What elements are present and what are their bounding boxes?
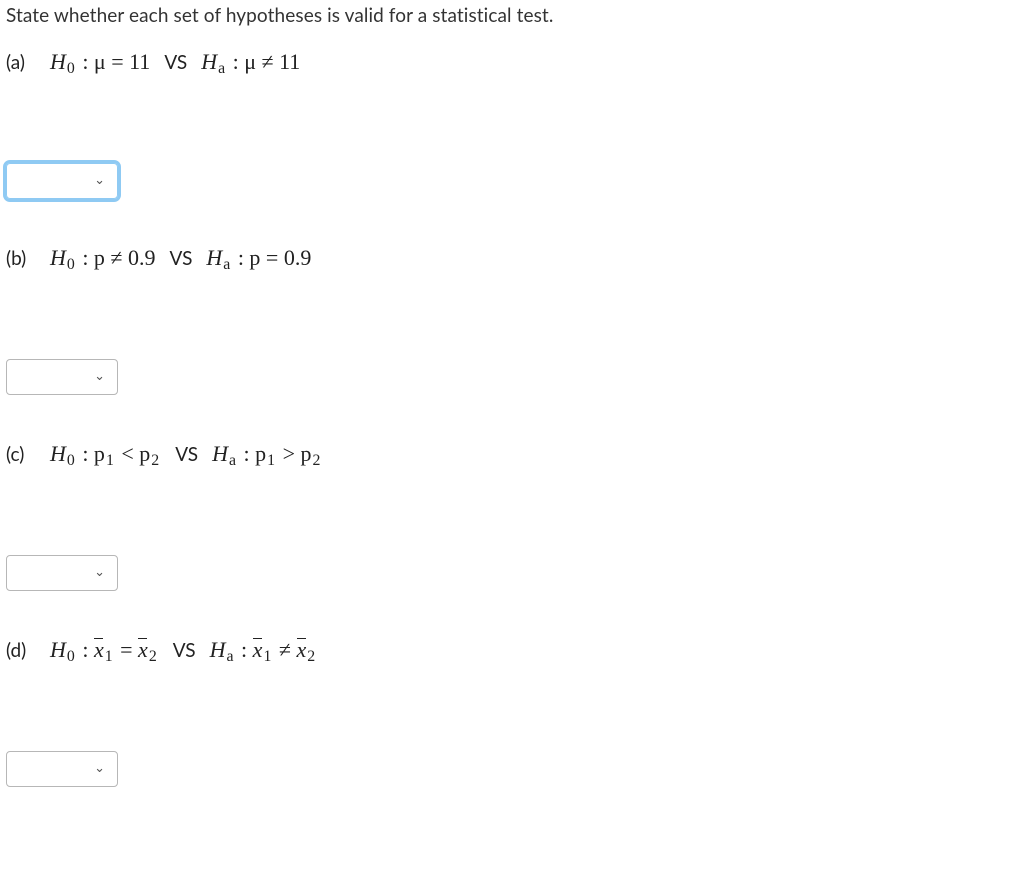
dropdown-b-value: [17, 370, 107, 384]
ha-symbol: H: [201, 49, 217, 74]
ha-subscript: a: [227, 648, 234, 665]
xbar1-subscript: 1: [263, 648, 271, 665]
dropdown-d-value: [17, 762, 107, 776]
h0-symbol: H: [50, 441, 66, 466]
vs-label: VS: [170, 247, 193, 270]
ha-body-left: : p: [238, 441, 266, 466]
dropdown-a-value: [17, 174, 107, 188]
h0-subscript: 0: [67, 256, 75, 273]
h0-body: : μ = 11: [77, 49, 151, 74]
xbar-symbol: x: [138, 637, 148, 662]
dropdown-c-value: [17, 566, 107, 580]
xbar2-subscript: 2: [149, 648, 157, 665]
part-d-ha: Ha : x1 ≠ x2: [210, 637, 318, 663]
xbar2: x: [138, 637, 148, 663]
ha-subscript: a: [223, 256, 230, 273]
dropdown-d[interactable]: ⌄: [6, 751, 118, 787]
ha-body-mid: > p: [277, 441, 311, 466]
ha-symbol: H: [206, 245, 222, 270]
h0-subscript: 0: [67, 60, 75, 77]
vs-label: VS: [173, 639, 196, 662]
part-c-h0: H0 : p1 < p2: [50, 441, 161, 467]
part-c-label: (c): [6, 443, 32, 466]
h0-symbol: H: [50, 245, 66, 270]
part-b-label: (b): [6, 247, 32, 270]
h0-body-left: : p: [77, 441, 105, 466]
vs-label: VS: [175, 443, 198, 466]
vs-label: VS: [164, 51, 187, 74]
part-a-label: (a): [6, 51, 32, 74]
h0-subscript: 0: [67, 452, 75, 469]
colon: :: [236, 637, 253, 662]
part-d-h0: H0 : x1 = x2: [50, 637, 159, 663]
xbar2-subscript: 2: [307, 648, 315, 665]
p2-subscript: 2: [312, 452, 320, 469]
xbar1: x: [253, 637, 263, 663]
eq-symbol: =: [115, 637, 138, 662]
xbar2: x: [296, 637, 306, 663]
p2-subscript: 2: [151, 452, 159, 469]
h0-body-mid: < p: [116, 441, 150, 466]
xbar-symbol: x: [296, 637, 306, 662]
ha-subscript: a: [218, 60, 225, 77]
colon: :: [77, 637, 94, 662]
part-b-ha: Ha : p = 0.9: [206, 245, 311, 271]
p1-subscript: 1: [106, 452, 114, 469]
question-prompt: State whether each set of hypotheses is …: [6, 4, 1018, 27]
ha-symbol: H: [212, 441, 228, 466]
part-b-h0: H0 : p ≠ 0.9: [50, 245, 156, 271]
ha-body: : μ ≠ 11: [227, 49, 300, 74]
ha-subscript: a: [229, 452, 236, 469]
part-a-ha: Ha : μ ≠ 11: [201, 49, 300, 75]
part-a-h0: H0 : μ = 11: [50, 49, 150, 75]
h0-subscript: 0: [67, 648, 75, 665]
xbar-symbol: x: [94, 637, 104, 662]
dropdown-b[interactable]: ⌄: [6, 359, 118, 395]
p1-subscript: 1: [267, 452, 275, 469]
neq-symbol: ≠: [273, 637, 296, 662]
h0-symbol: H: [50, 637, 66, 662]
ha-symbol: H: [210, 637, 226, 662]
xbar1: x: [94, 637, 104, 663]
h0-body: : p ≠ 0.9: [77, 245, 156, 270]
part-c: (c) H0 : p1 < p2 VS Ha : p1 > p2: [6, 441, 1018, 467]
part-d: (d) H0 : x1 = x2 VS Ha : x1 ≠ x2: [6, 637, 1018, 663]
dropdown-a[interactable]: ⌄: [6, 163, 118, 199]
xbar-symbol: x: [253, 637, 263, 662]
xbar1-subscript: 1: [105, 648, 113, 665]
part-d-label: (d): [6, 639, 32, 662]
part-b: (b) H0 : p ≠ 0.9 VS Ha : p = 0.9: [6, 245, 1018, 271]
ha-body: : p = 0.9: [232, 245, 311, 270]
part-a: (a) H0 : μ = 11 VS Ha : μ ≠ 11: [6, 49, 1018, 75]
h0-symbol: H: [50, 49, 66, 74]
part-c-ha: Ha : p1 > p2: [212, 441, 322, 467]
dropdown-c[interactable]: ⌄: [6, 555, 118, 591]
